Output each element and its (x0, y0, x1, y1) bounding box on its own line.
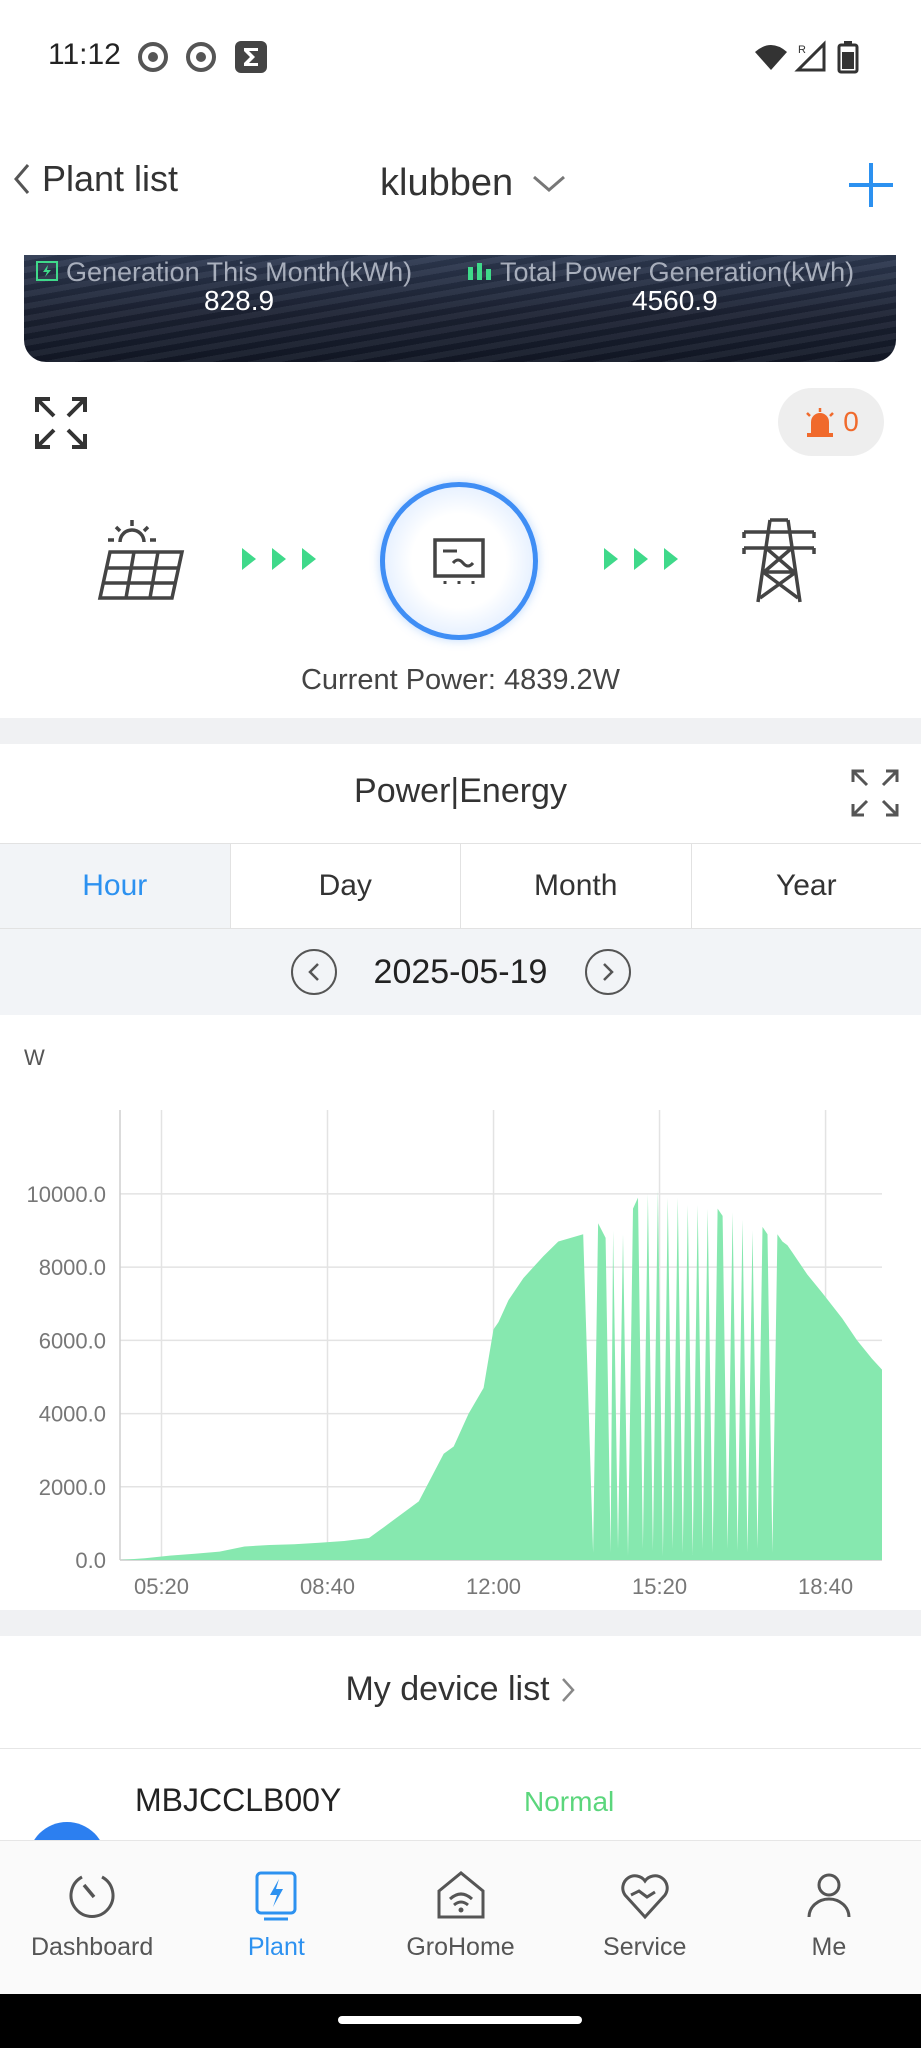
total-generation-label: Total Power Generation(kWh) (500, 257, 855, 287)
bar-chart-icon (468, 263, 491, 280)
y-tick-label: 6000.0 (39, 1328, 106, 1353)
nav-service-label: Service (603, 1933, 687, 1961)
selected-date[interactable]: 2025-05-19 (361, 953, 561, 992)
inverter-icon (433, 538, 485, 584)
divider (0, 1748, 921, 1749)
y-tick-label: 8000.0 (39, 1255, 106, 1280)
plant-selector[interactable]: klubben (380, 162, 567, 205)
tab-month[interactable]: Month (461, 844, 692, 928)
nav-grohome[interactable]: GroHome (368, 1841, 552, 1994)
total-generation-value: 4560.9 (632, 285, 718, 316)
chart-title: Power|Energy (354, 772, 567, 810)
green-arrows-icon-2 (604, 548, 678, 570)
chevron-left-icon (307, 963, 319, 981)
fullscreen-icon[interactable] (850, 768, 900, 818)
siren-icon (806, 408, 835, 437)
x-tick-label: 18:40 (798, 1574, 853, 1599)
nav-me[interactable]: Me (737, 1841, 921, 1994)
heart-handshake-icon (621, 1874, 669, 1920)
nav-grohome-label: GroHome (406, 1933, 515, 1961)
y-axis-ticks: 0.0 2000.0 4000.0 6000.0 8000.0 10000.0 (26, 1182, 106, 1573)
y-tick-label: 4000.0 (39, 1402, 106, 1427)
solar-panel-icon (97, 520, 185, 600)
plant-icon (255, 1871, 297, 1921)
sigma-app-icon (235, 41, 267, 73)
x-axis-ticks: 05:20 08:40 12:00 15:20 18:40 (134, 1574, 853, 1599)
tab-day[interactable]: Day (230, 844, 461, 928)
x-tick-label: 08:40 (300, 1574, 355, 1599)
person-icon (807, 1873, 851, 1918)
current-power: Current Power: 4839.2W (0, 664, 921, 697)
device-status: Normal (524, 1786, 615, 1817)
next-date-button[interactable] (584, 949, 631, 995)
plant-banner: Generation This Month(kWh) Total Power G… (24, 255, 896, 362)
expand-icon[interactable] (34, 396, 88, 450)
device-list-title: My device list (345, 1670, 550, 1708)
power-chart: W 0.0 2000.0 4000.0 6000.0 8000.0 10000.0 05:… (24, 1045, 882, 1599)
bottom-navigation: Dashboard Plant GroHome Service Me (0, 1840, 921, 1994)
home-indicator[interactable] (338, 2016, 582, 2024)
chevron-right-icon (561, 1677, 575, 1702)
back-label: Plant list (42, 158, 179, 199)
x-tick-label: 15:20 (632, 1574, 687, 1599)
battery-icon (837, 41, 859, 74)
y-axis-unit: W (24, 1045, 45, 1070)
nav-plant-label: Plant (247, 1933, 305, 1961)
current-power-value: 4839.2W (503, 664, 621, 696)
dashboard-icon (69, 1875, 115, 1918)
back-to-plant-list[interactable]: Plant list (10, 158, 178, 200)
y-tick-label: 0.0 (75, 1548, 106, 1573)
tab-year[interactable]: Year (691, 844, 921, 928)
status-time: 11:12 (48, 38, 121, 71)
alarm-count: 0 (843, 406, 859, 437)
wifi-icon (755, 45, 787, 70)
y-tick-label: 10000.0 (26, 1182, 106, 1207)
x-tick-label: 12:00 (466, 1574, 521, 1599)
add-plant-button[interactable] (846, 160, 896, 210)
device-list-link[interactable]: My device list (0, 1670, 921, 1709)
date-navigator: 2025-05-19 (0, 929, 921, 1015)
inverter-node[interactable] (380, 482, 538, 640)
chevron-left-icon (14, 164, 30, 194)
svg-text:R: R (798, 44, 806, 56)
chevron-down-icon (533, 175, 566, 192)
alarm-badge[interactable]: 0 (778, 388, 884, 456)
flow-arrows-left (240, 546, 328, 572)
device-name[interactable]: MBJCCLB00Y (135, 1782, 341, 1819)
tab-hour[interactable]: Hour (0, 844, 231, 928)
nav-plant[interactable]: Plant (184, 1841, 368, 1994)
chart-area (120, 1190, 882, 1560)
nav-dashboard-label: Dashboard (30, 1933, 154, 1961)
current-power-label: Current Power: (300, 664, 496, 696)
green-arrows-icon (242, 548, 316, 570)
period-tabs: Hour Day Month Year (0, 843, 921, 929)
month-generation-label: Generation This Month(kWh) (66, 257, 413, 287)
prev-date-button[interactable] (290, 949, 337, 995)
plant-title: klubben (380, 162, 514, 204)
power-grid-tower-icon (742, 518, 816, 603)
battery-charge-icon (36, 261, 58, 281)
chevron-right-icon (602, 963, 614, 981)
signal-icon: R (794, 40, 826, 72)
flow-arrows-right (602, 546, 690, 572)
month-generation-value: 828.9 (204, 285, 275, 316)
home-wifi-icon (437, 1871, 484, 1919)
chrome-notification-icon-2 (186, 42, 216, 72)
nav-dashboard[interactable]: Dashboard (0, 1841, 184, 1994)
nav-me-label: Me (811, 1933, 847, 1961)
chrome-notification-icon (138, 42, 168, 72)
status-bar: 11:12 R (0, 0, 921, 112)
y-tick-label: 2000.0 (39, 1475, 106, 1500)
power-series-area (120, 1190, 882, 1560)
x-tick-label: 05:20 (134, 1574, 189, 1599)
section-divider-2 (0, 1610, 921, 1636)
nav-service[interactable]: Service (553, 1841, 737, 1994)
section-divider (0, 718, 921, 744)
